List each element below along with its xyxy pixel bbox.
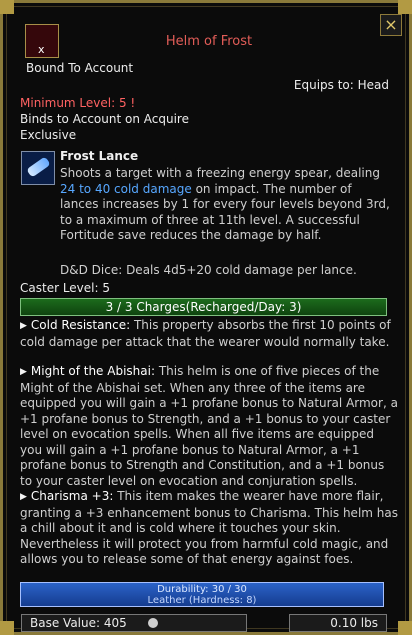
frost-lance-icon [21, 151, 55, 185]
bound-status: Bound To Account [26, 61, 134, 75]
property-charisma: ▶ Charisma +3: This item makes the wearer… [20, 489, 398, 568]
corner-ornament [398, 0, 412, 14]
corner-ornament [0, 621, 14, 635]
minimum-level: Minimum Level: 5 ! [20, 96, 136, 110]
corner-ornament [398, 621, 412, 635]
spell-damage: 24 to 40 cold damage [60, 181, 192, 196]
caster-level: Caster Level: 5 [20, 281, 110, 295]
material-text: Leather (Hardness: 8) [147, 595, 257, 606]
item-title: Helm of Frost [165, 34, 253, 49]
equips-to: Equips to: Head [293, 78, 389, 92]
bullet-icon: ▶ [20, 367, 27, 377]
close-icon: × [384, 15, 398, 34]
exclusive-label: Exclusive [20, 128, 77, 142]
close-button[interactable]: × [380, 14, 402, 36]
corner-ornament [0, 0, 14, 14]
weight-value: 0.10 lbs [330, 616, 378, 630]
coin-icon [148, 618, 158, 628]
durability-bar: Durability: 30 / 30 Leather (Hardness: 8… [20, 582, 384, 607]
property-cold-resistance: ▶ Cold Resistance: This property absorbs … [20, 318, 398, 350]
spell-name: Frost Lance [60, 149, 139, 163]
property-name: Might of the Abishai: [30, 364, 155, 378]
durability-text: Durability: 30 / 30 [157, 584, 247, 595]
spell-desc-before: Shoots a target with a freezing energy s… [60, 166, 380, 180]
bullet-icon: ▶ [20, 321, 27, 331]
charges-bar: 3 / 3 Charges(Recharged/Day: 3) [20, 298, 387, 316]
property-name: Cold Resistance: [30, 318, 131, 332]
property-name: Charisma +3: [30, 489, 114, 503]
spell-description: Shoots a target with a freezing energy s… [60, 166, 393, 244]
property-might-of-abishai: ▶ Might of the Abishai: This helm is one … [20, 364, 398, 489]
weight-box: 0.10 lbs [289, 614, 387, 632]
item-tooltip-window: × x Helm of Frost Bound To Account Equip… [0, 0, 412, 635]
binds-on-acquire: Binds to Account on Acquire [20, 112, 189, 126]
base-value-box: Base Value: 405 [21, 614, 247, 632]
dnd-dice: D&D Dice: Deals 4d5+20 cold damage per l… [60, 263, 357, 277]
base-value: Base Value: 405 [30, 616, 127, 630]
bullet-icon: ▶ [20, 492, 27, 502]
property-text: This helm is one of five pieces of the M… [20, 364, 398, 488]
